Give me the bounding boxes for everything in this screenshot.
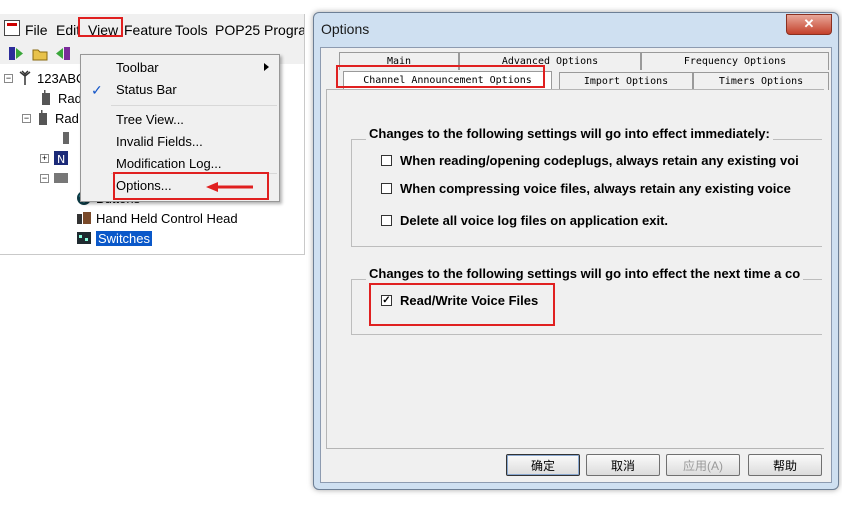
menu-item-label: Modification Log... <box>116 156 222 171</box>
tab-import-options[interactable]: Import Options <box>559 72 693 90</box>
tree-item-hidden-3[interactable]: − <box>40 168 73 188</box>
menu-bar: File Edit View Feature Tools POP25 Progr… <box>0 14 304 45</box>
option-delete-voice-logs[interactable]: Delete all voice log files on applicatio… <box>381 213 668 228</box>
menu-item-label: Toolbar <box>116 60 159 75</box>
option-label: When compressing voice files, always ret… <box>400 181 791 196</box>
tree-item-hidden-2[interactable]: + N <box>40 148 73 168</box>
tree-item-hidden-1[interactable] <box>58 128 78 148</box>
tree-item-label: Hand Held Control Head <box>96 210 238 226</box>
menu-tools[interactable]: Tools <box>175 22 208 38</box>
tree-root-label: 123ABC <box>37 70 86 86</box>
antenna-icon <box>19 70 31 85</box>
option-retain-on-compress[interactable]: When compressing voice files, always ret… <box>381 181 791 196</box>
write-radio-icon[interactable] <box>55 46 71 61</box>
switches-icon <box>77 232 91 244</box>
expand-icon[interactable]: + <box>40 153 49 163</box>
checkbox[interactable] <box>381 215 392 226</box>
tree-item-radio-2[interactable]: − Rad <box>22 108 79 128</box>
tree-item-hand-held-control-head[interactable]: Hand Held Control Head <box>76 208 238 228</box>
radio-icon <box>63 132 69 144</box>
menu-file[interactable]: File <box>25 22 48 38</box>
tree-item-label: Rad <box>58 90 82 106</box>
close-button[interactable]: ✕ <box>786 14 832 35</box>
read-radio-icon[interactable] <box>8 46 24 61</box>
submenu-arrow-icon <box>264 63 269 71</box>
tree-item-label: Rad <box>55 110 79 126</box>
cancel-button[interactable]: 取消 <box>586 454 660 476</box>
options-dialog: Options ✕ Main Advanced Options Frequenc… <box>313 12 839 490</box>
n-icon: N <box>54 151 68 166</box>
application-window: File Edit View Feature Tools POP25 Progr… <box>0 14 305 255</box>
radio-icon <box>42 90 50 105</box>
checkbox[interactable] <box>381 155 392 166</box>
tree-item-radio-1[interactable]: Rad <box>38 88 82 108</box>
menu-item-status-bar[interactable]: ✓ Status Bar <box>81 79 279 101</box>
red-arrow-icon <box>206 182 253 192</box>
app-icon <box>4 20 20 36</box>
group-immediate-title: Changes to the following settings will g… <box>366 126 773 141</box>
apply-button[interactable]: 应用(A) <box>666 454 740 476</box>
menu-item-label: Invalid Fields... <box>116 134 203 149</box>
checkbox[interactable] <box>381 183 392 194</box>
radio-icon <box>39 110 47 125</box>
menu-item-tree-view[interactable]: Tree View... <box>81 109 279 131</box>
menu-feature[interactable]: Feature <box>124 22 172 38</box>
checkmark-icon: ✓ <box>91 82 103 98</box>
collapse-icon[interactable]: − <box>4 73 13 83</box>
active-tab-highlight <box>336 65 545 88</box>
tree-item-cutoff[interactable] <box>48 248 68 255</box>
option-label: When reading/opening codeplugs, always r… <box>400 153 799 168</box>
group-next-time-title: Changes to the following settings will g… <box>366 266 804 281</box>
hand-held-icon <box>77 212 91 224</box>
tab-timers-options[interactable]: Timers Options <box>693 72 829 90</box>
folder-icon <box>48 250 64 255</box>
menu-item-invalid-fields[interactable]: Invalid Fields... <box>81 131 279 153</box>
tree-root[interactable]: − 123ABC <box>4 68 85 88</box>
help-button[interactable]: 帮助 <box>748 454 822 476</box>
menu-separator <box>111 105 277 106</box>
open-folder-icon[interactable] <box>32 46 48 61</box>
menu-item-label: Status Bar <box>116 82 177 97</box>
option-retain-on-read[interactable]: When reading/opening codeplugs, always r… <box>381 153 799 168</box>
dialog-title: Options <box>321 21 370 37</box>
control-head-icon <box>54 173 68 183</box>
tab-frequency-options[interactable]: Frequency Options <box>641 52 829 70</box>
menu-pop25-program[interactable]: POP25 Program <box>215 22 304 38</box>
collapse-icon[interactable]: − <box>22 113 31 123</box>
menu-item-toolbar[interactable]: Toolbar <box>81 57 279 79</box>
view-menu-highlight <box>78 17 123 37</box>
collapse-icon[interactable]: − <box>40 173 49 183</box>
ok-button[interactable]: 确定 <box>506 454 580 476</box>
tree-item-switches[interactable]: Switches <box>76 228 153 248</box>
tree-item-label-selected: Switches <box>96 230 153 246</box>
option-label: Delete all voice log files on applicatio… <box>400 213 669 228</box>
read-write-highlight <box>369 283 555 326</box>
svg-text:N: N <box>57 153 65 166</box>
menu-edit[interactable]: Edit <box>56 22 80 38</box>
menu-item-label: Tree View... <box>116 112 184 127</box>
